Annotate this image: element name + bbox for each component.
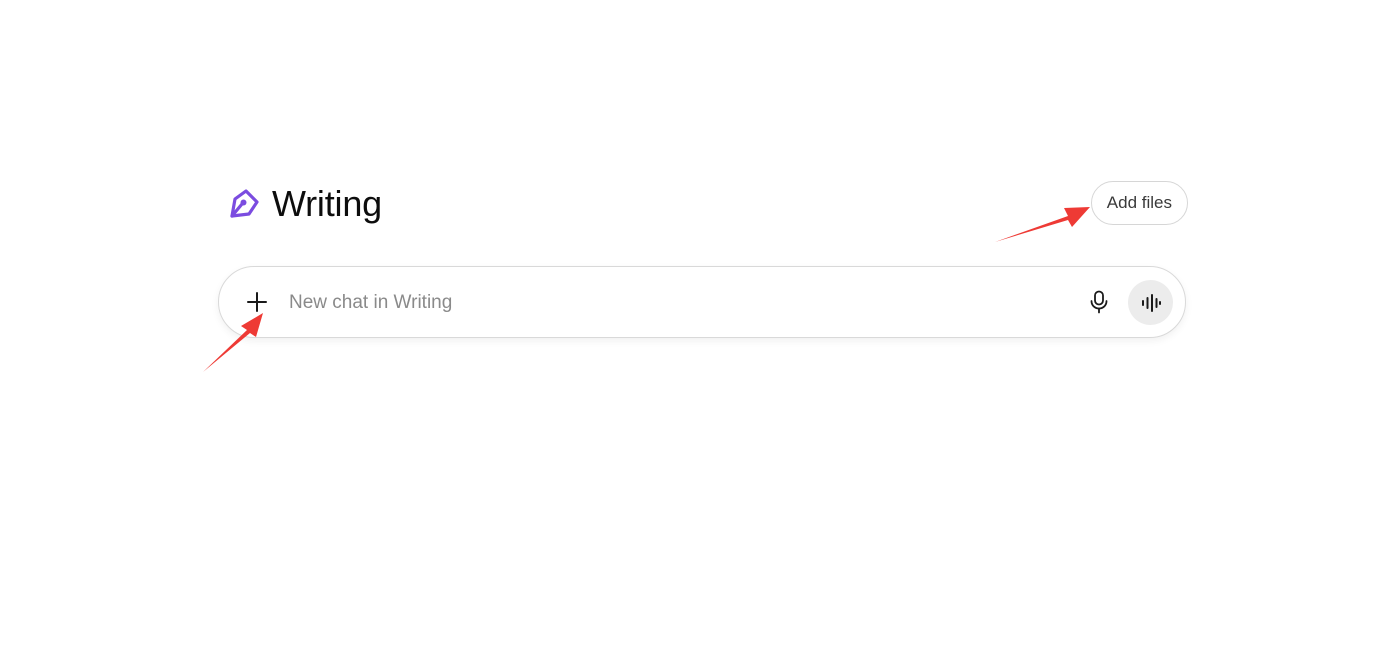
pen-nib-icon bbox=[224, 185, 260, 221]
plus-icon[interactable] bbox=[239, 284, 275, 320]
project-title: Writing bbox=[272, 183, 382, 224]
chat-composer bbox=[218, 266, 1186, 338]
chat-input[interactable] bbox=[287, 285, 1071, 321]
microphone-icon[interactable] bbox=[1081, 284, 1117, 320]
project-header: Writing Add files bbox=[222, 180, 1188, 228]
add-files-button[interactable]: Add files bbox=[1090, 181, 1188, 225]
page: Writing Add files bbox=[0, 0, 1400, 656]
voice-mode-icon[interactable] bbox=[1128, 280, 1173, 325]
